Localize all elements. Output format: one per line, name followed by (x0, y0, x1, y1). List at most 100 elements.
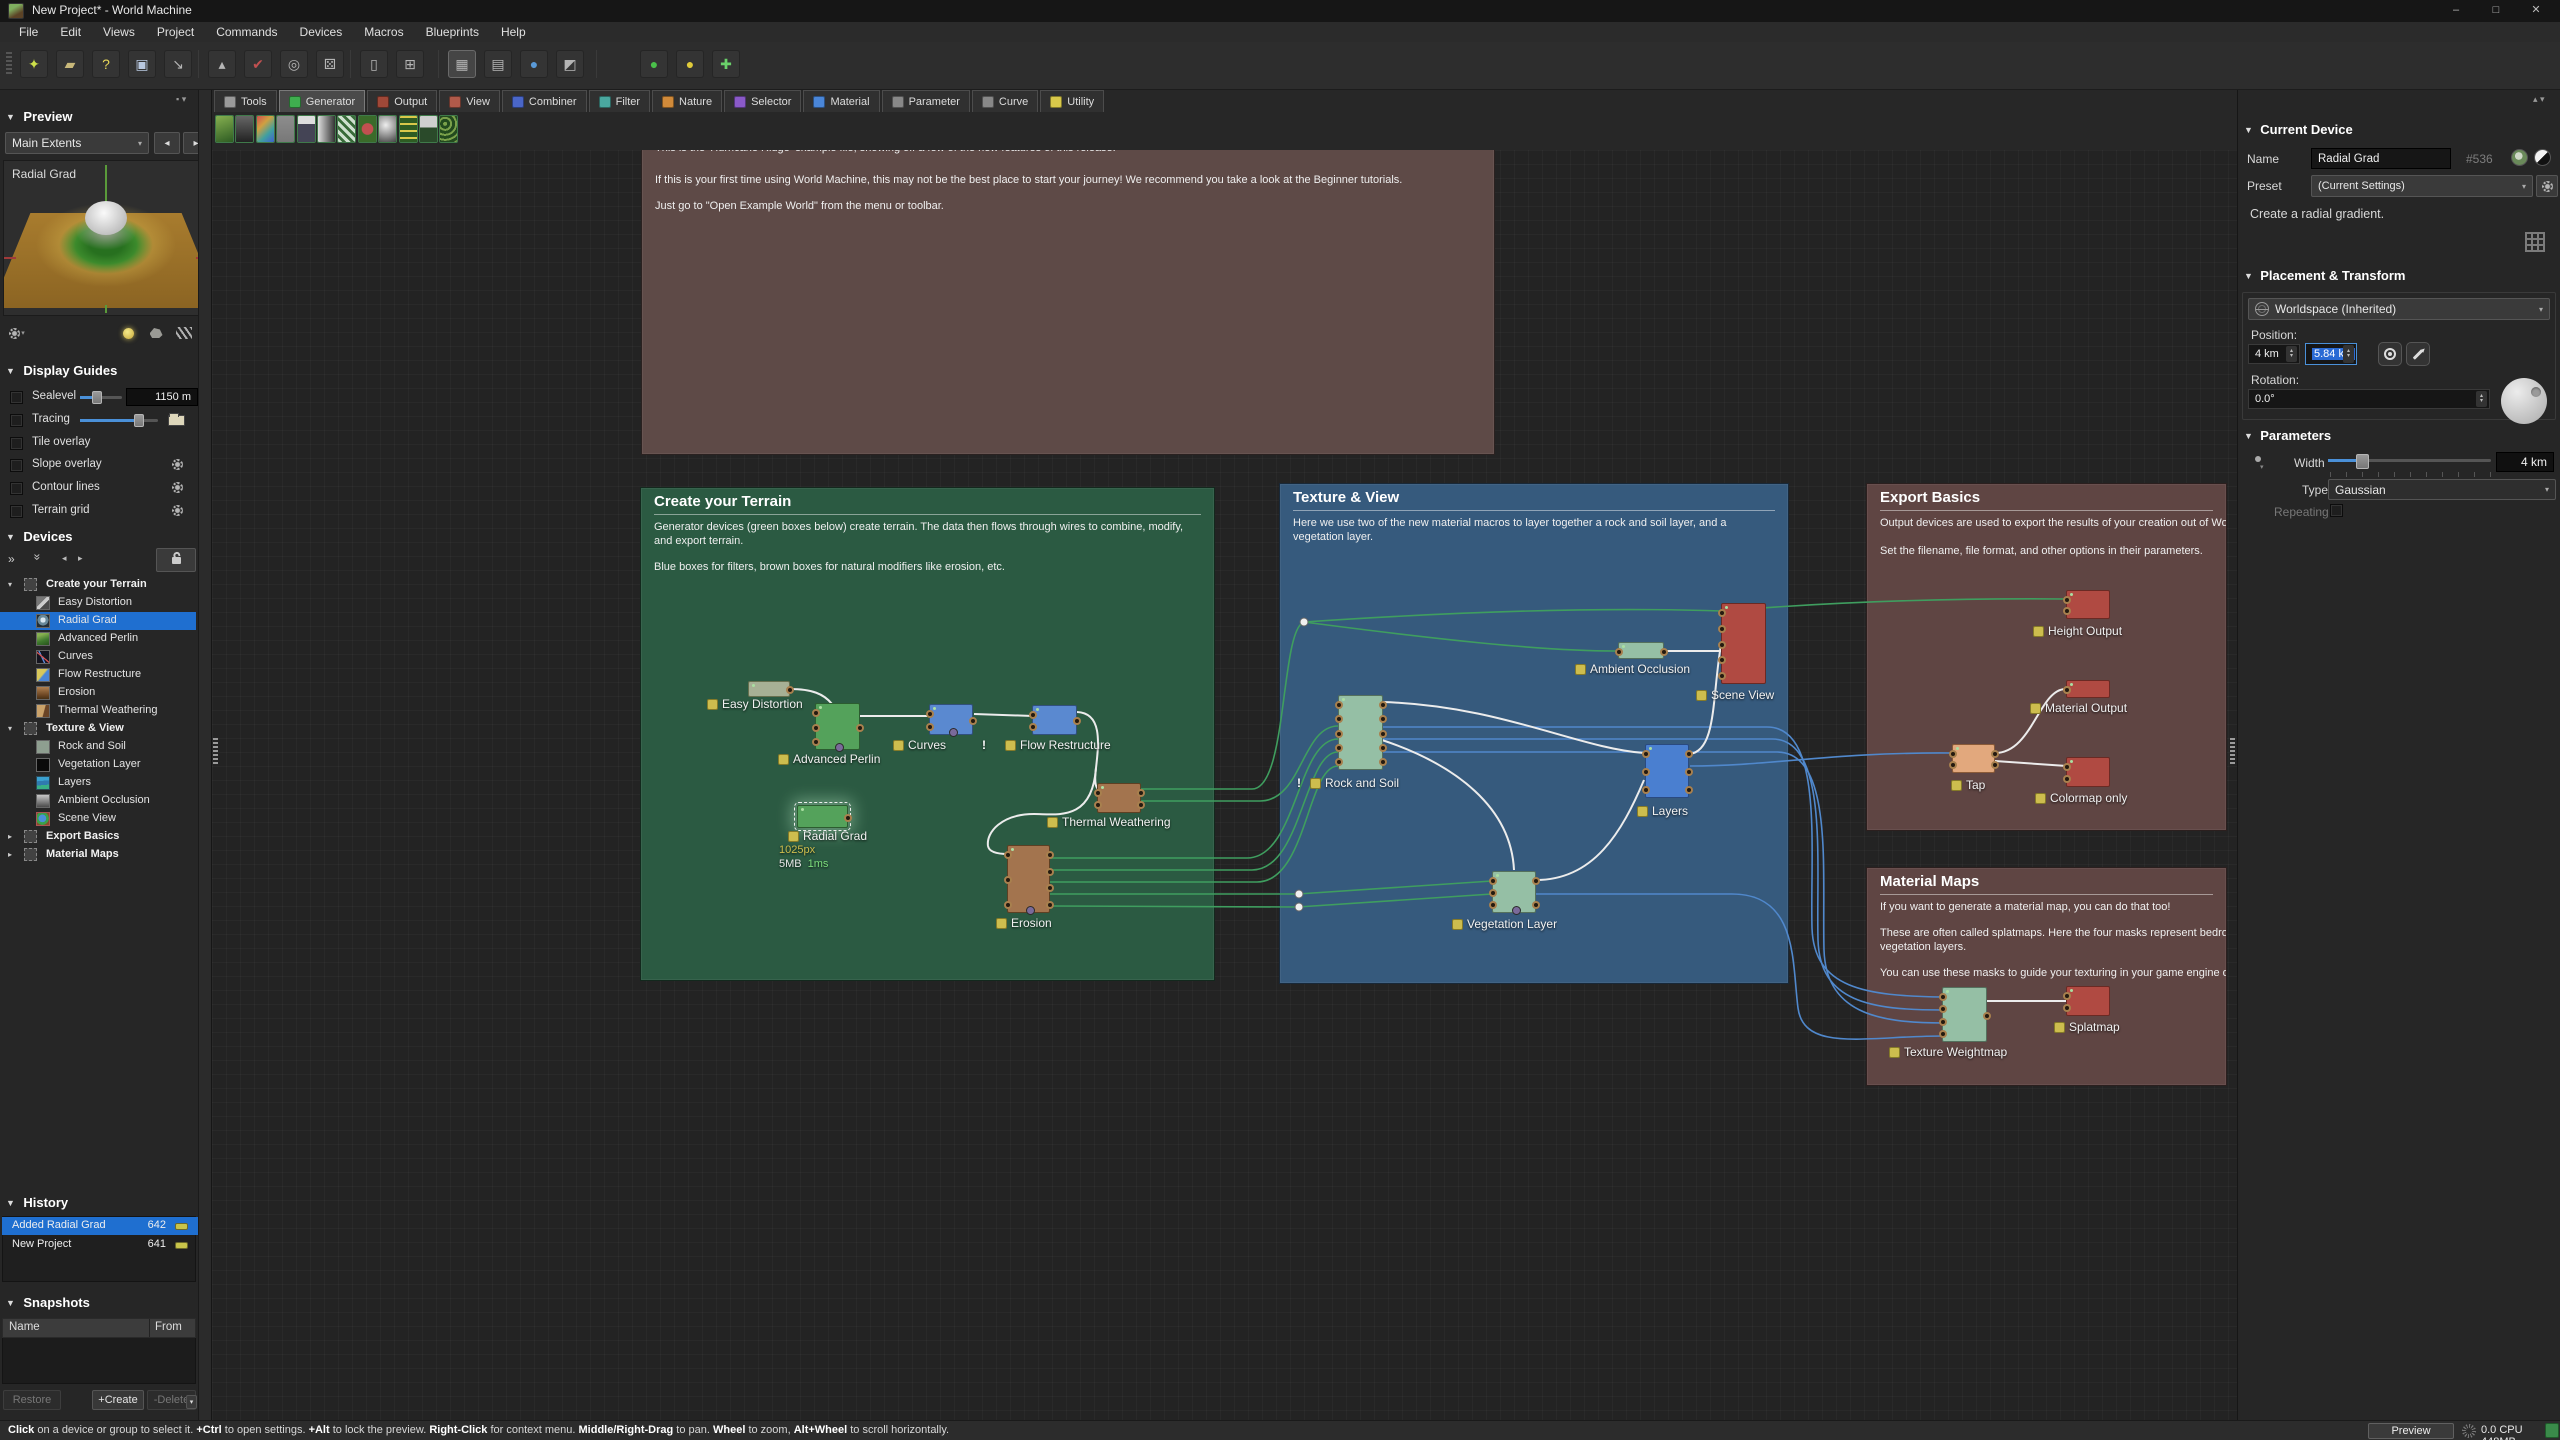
node-port[interactable] (1949, 750, 1957, 758)
node-port[interactable] (1137, 801, 1145, 809)
device-item-ambient-occlusion[interactable]: Ambient Occlusion (0, 792, 196, 810)
menu-blueprints[interactable]: Blueprints (415, 22, 490, 42)
maximize-icon[interactable]: □ (2480, 0, 2512, 21)
device-item-layers[interactable]: Layers (0, 774, 196, 792)
node-curves[interactable] (929, 704, 973, 735)
device-item-curves[interactable]: Curves (0, 648, 196, 666)
generator-grid-icon[interactable] (399, 115, 418, 143)
devices-next-icon[interactable]: ▸ (78, 553, 83, 564)
node-port[interactable] (1983, 1012, 1991, 1020)
generator-slope-icon[interactable] (337, 115, 356, 143)
left-panel-scrollbar[interactable] (198, 90, 211, 1420)
preview-section-header[interactable]: ▼ Preview (6, 108, 73, 126)
close-icon[interactable]: ✕ (2520, 0, 2552, 21)
parameters-header[interactable]: ▼ Parameters (2244, 428, 2331, 443)
device-item-flow-restructure[interactable]: Flow Restructure (0, 666, 196, 684)
device-item-scene-view[interactable]: Scene View (0, 810, 196, 828)
generator-constant-icon[interactable] (276, 115, 295, 143)
snapshots-table-header[interactable]: Name From (2, 1318, 196, 1338)
group-create-your-terrain[interactable]: Create your Terrain Generator devices (g… (640, 487, 1215, 981)
node-port[interactable] (1094, 801, 1102, 809)
node-port[interactable] (1949, 761, 1957, 769)
panel-scroll-down-icon[interactable]: ▾ (186, 1395, 197, 1409)
history-item-new-project[interactable]: New Project641 (2, 1236, 198, 1254)
tab-parameter[interactable]: Parameter (882, 90, 970, 112)
slope-lines-icon[interactable] (172, 322, 196, 344)
node-advanced-perlin[interactable] (815, 703, 860, 750)
generator-radial-icon[interactable] (378, 115, 397, 143)
node-port[interactable] (1379, 701, 1387, 709)
new-world-icon[interactable]: ✦ (20, 50, 48, 78)
node-splatmap[interactable] (2066, 986, 2110, 1016)
preview-settings-gear-icon[interactable]: ▾ (5, 322, 29, 344)
tab-utility[interactable]: Utility (1040, 90, 1104, 112)
device-name-input[interactable] (2311, 148, 2451, 169)
tab-output[interactable]: Output (367, 90, 437, 112)
tracing-checkbox[interactable] (10, 414, 23, 427)
tile-overlay-checkbox[interactable] (10, 437, 23, 450)
snapshots-section-header[interactable]: ▼ Snapshots (6, 1294, 90, 1312)
node-port[interactable] (1939, 1018, 1947, 1026)
restore-button[interactable]: Restore (3, 1390, 61, 1410)
node-port[interactable] (1489, 889, 1497, 897)
repeating-checkbox[interactable] (2330, 504, 2343, 517)
edit-position-icon[interactable] (2406, 342, 2430, 366)
world-browser-icon[interactable]: ● (520, 50, 548, 78)
node-port[interactable] (1718, 625, 1726, 633)
tab-combiner[interactable]: Combiner (502, 90, 587, 112)
node-port[interactable] (926, 723, 934, 731)
position-y-spinner[interactable]: 5.84 km▴▾ (2305, 343, 2357, 365)
worldspace-dropdown[interactable]: Worldspace (Inherited) ▾ (2248, 298, 2550, 320)
node-port[interactable] (1004, 876, 1012, 884)
add-device-icon[interactable]: ✚ (712, 50, 740, 78)
node-port[interactable] (1046, 901, 1054, 909)
menu-help[interactable]: Help (490, 22, 537, 42)
menu-edit[interactable]: Edit (49, 22, 92, 42)
type-dropdown[interactable]: Gaussian▾ (2328, 479, 2556, 500)
node-port[interactable] (1642, 768, 1650, 776)
node-port[interactable] (1379, 730, 1387, 738)
device-item-erosion[interactable]: Erosion (0, 684, 196, 702)
devices-lock-button[interactable] (156, 548, 196, 572)
rotation-spinner[interactable]: 0.0°▴▾ (2248, 389, 2490, 409)
lighting-icon[interactable]: ● (676, 50, 704, 78)
node-port[interactable] (1004, 851, 1012, 859)
tree-group-texture-view[interactable]: ▾Texture & View (0, 720, 196, 738)
node-port[interactable] (926, 710, 934, 718)
node-port[interactable] (1489, 901, 1497, 909)
single-panel-icon[interactable]: ▯ (360, 50, 388, 78)
node-material-output[interactable] (2066, 680, 2110, 698)
node-port[interactable] (1335, 744, 1343, 752)
menu-project[interactable]: Project (146, 22, 205, 42)
help-icon[interactable]: ? (92, 50, 120, 78)
node-tap[interactable] (1952, 744, 1995, 773)
node-port[interactable] (1991, 750, 1999, 758)
canvas-splitter-grip[interactable] (2230, 738, 2235, 764)
tree-group-material-maps[interactable]: ▸Material Maps (0, 846, 196, 864)
tab-selector[interactable]: Selector (724, 90, 801, 112)
node-port[interactable] (786, 686, 794, 694)
group-export-basics[interactable]: Export Basics Output devices are used to… (1866, 483, 2227, 831)
history-item-added-radial-grad[interactable]: Added Radial Grad642 (2, 1217, 198, 1235)
tiled-workview-icon[interactable]: ▤ (484, 50, 512, 78)
node-port[interactable] (1073, 717, 1081, 725)
options-gear-icon[interactable]: ◎ (280, 50, 308, 78)
preview-resolution-button[interactable]: Preview (2368, 1423, 2454, 1439)
layout-check-icon[interactable]: ✔ (244, 50, 272, 78)
measure-icon[interactable]: ▴ (208, 50, 236, 78)
tab-filter[interactable]: Filter (589, 90, 650, 112)
generator-rock-icon[interactable] (235, 115, 254, 143)
sealevel-checkbox[interactable] (10, 391, 23, 404)
devices-section-header[interactable]: ▼ Devices (6, 528, 73, 546)
prev-extents-button[interactable]: ◂ (154, 132, 180, 154)
contrast-toggle-icon[interactable] (2534, 149, 2551, 166)
contour-lines-checkbox[interactable] (10, 482, 23, 495)
device-item-rock-and-soil[interactable]: Rock and Soil (0, 738, 196, 756)
save-icon[interactable]: ▣ (128, 50, 156, 78)
generator-gradient-icon[interactable] (317, 115, 336, 143)
node-height-output[interactable] (2066, 590, 2110, 619)
open-world-icon[interactable]: ▰ (56, 50, 84, 78)
toolbar-grip[interactable] (6, 52, 12, 76)
node-port[interactable] (969, 717, 977, 725)
node-flow-restructure[interactable] (1032, 705, 1077, 735)
